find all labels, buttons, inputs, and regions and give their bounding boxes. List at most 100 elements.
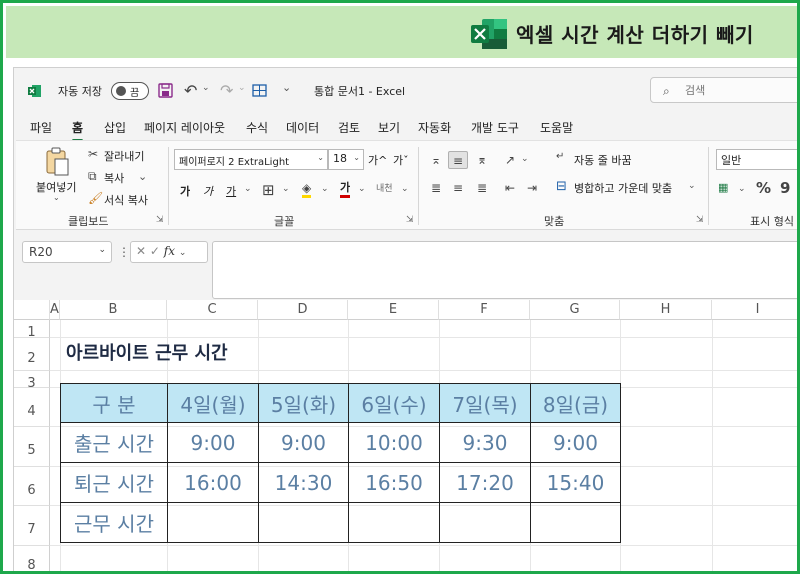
column-header-F[interactable]: F	[439, 300, 530, 320]
row-label-cell[interactable]: 퇴근 시간	[60, 462, 168, 503]
align-bottom-icon[interactable]: ⌆	[472, 151, 492, 169]
decrease-indent-icon[interactable]: ⇤	[500, 179, 520, 197]
underline-dropdown-icon[interactable]: ⌄	[244, 184, 252, 194]
time-cell[interactable]: 9:00	[167, 422, 259, 463]
row-label-cell[interactable]: 근무 시간	[60, 502, 168, 543]
number-format-select[interactable]: 일반	[716, 149, 797, 170]
format-painter-icon[interactable]: 🖌	[88, 191, 103, 205]
cancel-icon[interactable]: ✕	[136, 244, 146, 258]
align-right-icon[interactable]: ≣	[472, 179, 492, 197]
merge-center-button[interactable]: 병합하고 가운데 맞춤	[574, 180, 672, 196]
paste-dropdown-icon[interactable]: ⌄	[53, 193, 60, 202]
tab-3[interactable]: 페이지 레이아웃	[144, 119, 225, 136]
tab-8[interactable]: 자동화	[418, 119, 451, 136]
fill-color-dropdown-icon[interactable]: ⌄	[321, 184, 329, 194]
header-cell[interactable]: 7일(목)	[439, 383, 531, 423]
column-header-I[interactable]: I	[712, 300, 797, 320]
shrink-font-button[interactable]: 가ˇ	[393, 152, 409, 168]
row-label-cell[interactable]: 출근 시간	[60, 422, 168, 463]
header-cell[interactable]: 5일(화)	[258, 383, 349, 423]
search-box[interactable]: ⌕	[650, 77, 797, 103]
time-cell[interactable]: 10:00	[348, 422, 440, 463]
time-cell[interactable]: 16:50	[348, 462, 440, 503]
time-cell[interactable]	[439, 502, 531, 543]
tab-2[interactable]: 삽입	[104, 119, 126, 136]
paste-icon[interactable]	[44, 147, 70, 177]
time-cell[interactable]: 15:40	[530, 462, 621, 503]
time-cell[interactable]: 14:30	[258, 462, 349, 503]
copy-button[interactable]: 복사	[104, 170, 124, 186]
undo-icon[interactable]: ↶	[184, 81, 197, 100]
save-icon[interactable]	[158, 83, 173, 98]
phonetic-icon[interactable]: 내천	[376, 181, 393, 194]
column-header-E[interactable]: E	[348, 300, 439, 320]
orientation-dropdown-icon[interactable]: ⌄	[521, 154, 529, 164]
search-input[interactable]	[685, 82, 795, 98]
time-cell[interactable]	[348, 502, 440, 543]
header-cell[interactable]: 4일(월)	[167, 383, 259, 423]
sheet-title[interactable]: 아르바이트 근무 시간	[66, 339, 228, 365]
tab-4[interactable]: 수식	[246, 119, 268, 136]
time-cell[interactable]: 9:30	[439, 422, 531, 463]
tab-10[interactable]: 도움말	[540, 119, 573, 136]
merge-center-icon[interactable]: ⊟	[556, 179, 567, 194]
row-header-8[interactable]: 8	[14, 546, 50, 571]
customize-toolbar-icon[interactable]: ⌄	[282, 81, 291, 94]
tab-7[interactable]: 보기	[378, 119, 400, 136]
increase-indent-icon[interactable]: ⇥	[522, 179, 542, 197]
italic-button[interactable]: 가	[203, 183, 213, 199]
autosave-toggle[interactable]: 끔	[111, 82, 149, 100]
time-cell[interactable]: 17:20	[439, 462, 531, 503]
borders-dropdown-icon[interactable]: ⌄	[282, 184, 290, 194]
tab-9[interactable]: 개발 도구	[471, 119, 519, 136]
formula-input[interactable]	[212, 241, 797, 299]
alignment-launcher-icon[interactable]: ⇲	[696, 215, 704, 225]
cut-icon[interactable]: ✂	[88, 147, 98, 161]
worksheet-grid[interactable]: 87654321 IHGFEDCBA 아르바이트 근무 시간 구 분 4일(월) 5일…	[14, 300, 797, 571]
tab-5[interactable]: 데이터	[286, 119, 319, 136]
row-header-6[interactable]: 6	[14, 467, 50, 506]
phonetic-dropdown-icon[interactable]: ⌄	[401, 184, 409, 194]
font-launcher-icon[interactable]: ⇲	[406, 215, 414, 225]
redo-dropdown-icon[interactable]: ⌄	[238, 83, 246, 93]
grow-font-button[interactable]: 가^	[368, 152, 387, 168]
column-header-G[interactable]: G	[530, 300, 620, 320]
header-cell[interactable]: 6일(수)	[348, 383, 440, 423]
merge-dropdown-icon[interactable]: ⌄	[688, 181, 696, 191]
enter-icon[interactable]: ✓	[150, 244, 160, 258]
time-cell[interactable]: 9:00	[258, 422, 349, 463]
row-header-4[interactable]: 4	[14, 388, 50, 427]
header-cell[interactable]: 8일(금)	[530, 383, 621, 423]
time-cell[interactable]	[258, 502, 349, 543]
orientation-icon[interactable]: ↗	[500, 151, 520, 169]
align-top-icon[interactable]: ⌅	[426, 151, 446, 169]
bold-button[interactable]: 가	[180, 183, 190, 199]
align-center-icon[interactable]: ≡	[448, 179, 468, 197]
row-header-3[interactable]: 3	[14, 371, 50, 391]
copy-icon[interactable]: ⧉	[88, 169, 97, 184]
underline-button[interactable]: 가	[226, 183, 236, 199]
time-cell[interactable]: 16:00	[167, 462, 259, 503]
more-options-icon[interactable]: ⋮	[118, 245, 130, 259]
font-size-select[interactable]: 18 ⌄	[328, 149, 364, 170]
percent-icon[interactable]: %	[756, 179, 771, 197]
font-name-select[interactable]: 페이퍼로지 2 ExtraLight ⌄	[174, 149, 328, 170]
borders-icon[interactable]: ⊞	[262, 181, 275, 199]
font-color-dropdown-icon[interactable]: ⌄	[358, 184, 366, 194]
column-header-H[interactable]: H	[620, 300, 712, 320]
column-header-C[interactable]: C	[167, 300, 258, 320]
copy-dropdown-icon[interactable]: ⌄	[138, 170, 147, 183]
tab-0[interactable]: 파일	[30, 119, 52, 136]
tab-6[interactable]: 검토	[338, 119, 360, 136]
align-middle-icon[interactable]: ≡	[448, 151, 468, 169]
time-cell[interactable]: 9:00	[530, 422, 621, 463]
align-left-icon[interactable]: ≣	[426, 179, 446, 197]
fill-color-icon[interactable]: ◈	[302, 181, 312, 198]
tab-1[interactable]: 홈	[72, 119, 84, 142]
insert-function-icon[interactable]: fx	[164, 244, 175, 258]
fx-dropdown-icon[interactable]: ⌄	[179, 248, 187, 258]
column-header-B[interactable]: B	[60, 300, 167, 320]
wrap-text-button[interactable]: 자동 줄 바꿈	[574, 152, 632, 168]
name-box[interactable]: R20 ⌄	[22, 241, 112, 263]
time-cell[interactable]	[167, 502, 259, 543]
